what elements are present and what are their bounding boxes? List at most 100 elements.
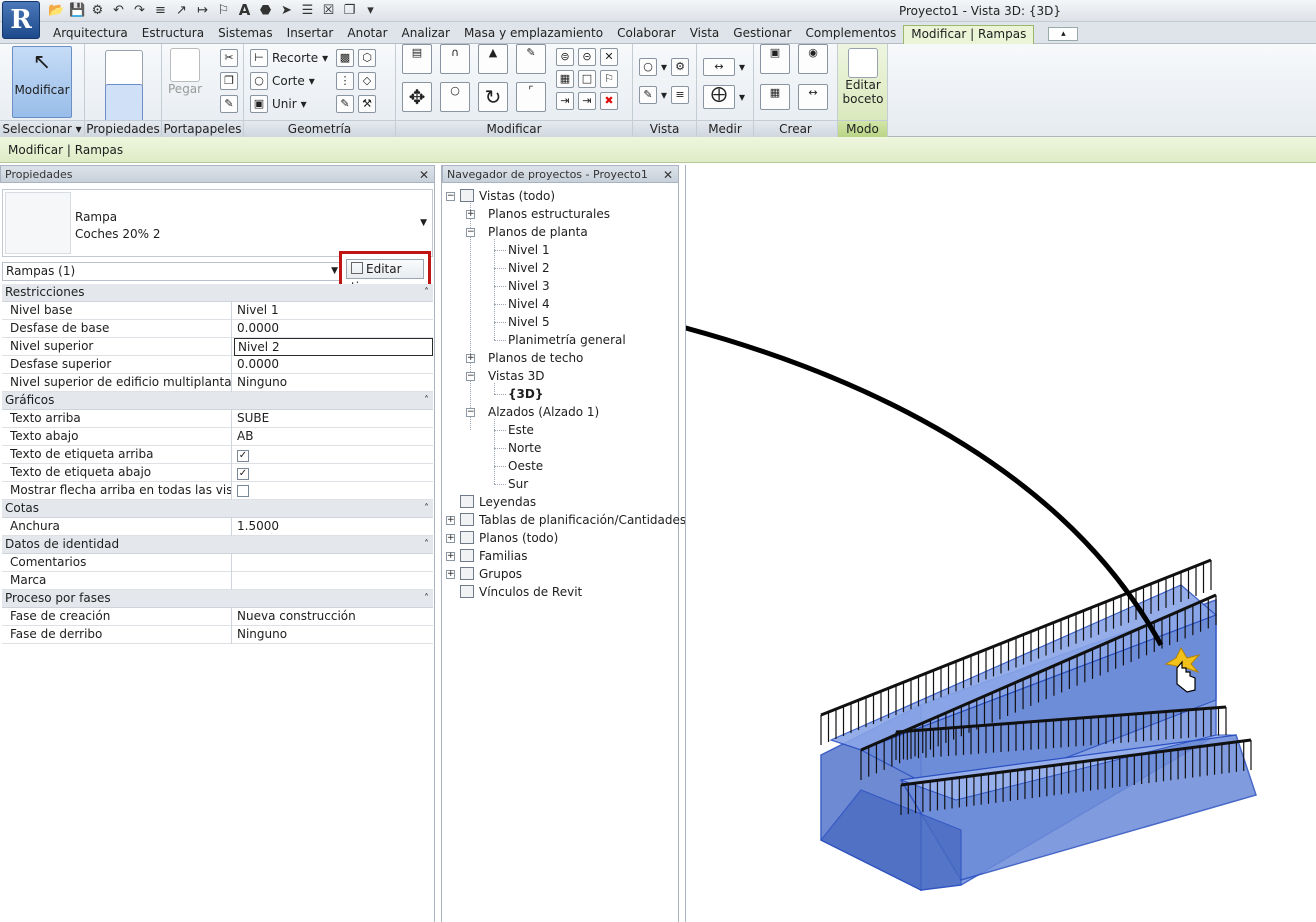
property-group-header[interactable]: Restricciones ˄ (2, 284, 433, 302)
expand-icon[interactable]: + (466, 210, 475, 219)
paste-button[interactable]: Pegar (168, 48, 202, 96)
align-tool-button[interactable]: ▤ (402, 44, 432, 74)
remove-paint-button[interactable]: ✎ ⚒ (336, 95, 376, 113)
tab-gestionar[interactable]: Gestionar (726, 25, 798, 44)
cut-geometry-button[interactable]: ○ Corte ▾ (250, 72, 315, 90)
type-properties-button[interactable] (105, 50, 143, 88)
measure-between-button[interactable]: ↔ ▾ (703, 58, 745, 76)
hide-in-view-button[interactable]: ○ ▾ ⚙ (639, 58, 690, 76)
collapse-icon[interactable]: ˄ (424, 500, 429, 517)
property-checkbox[interactable] (237, 485, 249, 497)
create-group-button[interactable]: ▦ (760, 84, 790, 110)
tree-node-schedules[interactable]: Tablas de planificación/Cantidades (460, 511, 686, 529)
move-button[interactable]: ✥ (402, 82, 432, 112)
edit-type-button[interactable]: Editar tipo (346, 259, 424, 294)
split-button[interactable]: ⊜ ⊝ ✕ (556, 48, 618, 66)
create-parts-button[interactable]: ◉ (798, 44, 828, 74)
tree-node-3d-views[interactable]: Vistas 3D (488, 367, 545, 385)
ribbon-minimize-button[interactable]: ▴ (1048, 27, 1079, 41)
copy-button[interactable]: ❐ (220, 72, 238, 90)
collapse-icon[interactable]: − (466, 228, 475, 237)
join-button[interactable]: ▣ Unir ▾ (250, 95, 307, 113)
property-value[interactable]: ✓ (234, 446, 433, 464)
tab-sistemas[interactable]: Sistemas (211, 25, 280, 44)
tree-node-elevation[interactable]: Sur (508, 475, 528, 493)
tree-node-level[interactable]: Nivel 5 (508, 313, 550, 331)
tab-modificar-rampas[interactable]: Modificar | Rampas (903, 25, 1035, 44)
property-value[interactable]: 0.0000 (234, 320, 433, 338)
application-menu-button[interactable]: R (2, 1, 40, 39)
collapse-icon[interactable]: − (446, 192, 455, 201)
property-value[interactable]: Nueva construcción (234, 608, 433, 626)
array-button[interactable]: ▦ □ ⚐ (556, 70, 618, 88)
trim-button[interactable]: ⌜ (516, 82, 546, 112)
tree-node-elevations[interactable]: Alzados (Alzado 1) (488, 403, 599, 421)
tree-node-level[interactable]: Nivel 3 (508, 277, 550, 295)
property-value[interactable] (234, 482, 433, 500)
expand-icon[interactable]: + (446, 552, 455, 561)
create-assembly-button[interactable]: ▣ (760, 44, 790, 74)
tree-node-elevation[interactable]: Norte (508, 439, 541, 457)
cope-button[interactable]: ⊢ Recorte ▾ (250, 49, 328, 67)
property-value[interactable] (234, 572, 433, 590)
cut-tool-button[interactable]: ✂ (220, 49, 238, 67)
tree-node-level[interactable]: Nivel 4 (508, 295, 550, 313)
property-value[interactable] (234, 554, 433, 572)
modify-button[interactable]: ↖ Modificar (12, 46, 72, 118)
tab-anotar[interactable]: Anotar (340, 25, 394, 44)
property-value[interactable]: ✓ (234, 464, 433, 482)
linework-button[interactable]: ✎ ▾ ≡ (639, 86, 690, 104)
collapse-icon[interactable]: − (466, 408, 475, 417)
close-icon[interactable]: ✕ (663, 166, 673, 184)
property-value[interactable]: Ninguno (234, 626, 433, 644)
expand-icon[interactable]: + (446, 516, 455, 525)
expand-icon[interactable]: + (446, 534, 455, 543)
property-value[interactable]: Ninguno (234, 374, 433, 392)
tree-node-level[interactable]: Planimetría general (508, 331, 626, 349)
property-group-header[interactable]: Proceso por fases ˄ (2, 590, 433, 608)
collapse-icon[interactable]: ˄ (424, 284, 429, 301)
tree-node-groups[interactable]: Grupos (460, 565, 522, 583)
mirror-pick-button[interactable]: ▲ (478, 44, 508, 74)
tree-node-elevation[interactable]: Este (508, 421, 534, 439)
property-value[interactable]: 0.0000 (234, 356, 433, 374)
instance-filter-dropdown[interactable]: Rampas (1) ▼ (2, 262, 342, 281)
create-similar-button[interactable]: ↔ (798, 84, 828, 110)
tree-node-revit-links[interactable]: Vínculos de Revit (460, 583, 582, 601)
property-group-header[interactable]: Datos de identidad ˄ (2, 536, 433, 554)
collapse-icon[interactable]: ˄ (424, 392, 429, 409)
property-group-header[interactable]: Gráficos ˄ (2, 392, 433, 410)
tab-estructura[interactable]: Estructura (135, 25, 211, 44)
tree-node-families[interactable]: Familias (460, 547, 527, 565)
tab-arquitectura[interactable]: Arquitectura (46, 25, 135, 44)
property-value[interactable]: AB (234, 428, 433, 446)
tree-node-views-all[interactable]: Vistas (todo) (460, 187, 555, 205)
expand-icon[interactable]: + (466, 354, 475, 363)
mirror-draw-button[interactable]: ✎ (516, 44, 546, 74)
tree-node-level[interactable]: Nivel 1 (508, 241, 550, 259)
trim-single-button[interactable]: ⇥ ⇥ ✖ (556, 92, 618, 110)
tab-analizar[interactable]: Analizar (395, 25, 457, 44)
aligned-dimension-button[interactable]: ⨁ ▾ (703, 85, 745, 109)
type-selector[interactable]: Rampa Coches 20% 2 ▼ (2, 189, 433, 257)
tree-node-elevation[interactable]: Oeste (508, 457, 543, 475)
match-properties-button[interactable]: ✎ (220, 95, 238, 113)
property-checkbox[interactable]: ✓ (237, 450, 249, 462)
close-icon[interactable]: ✕ (419, 166, 429, 184)
property-group-header[interactable]: Cotas ˄ (2, 500, 433, 518)
tab-vista[interactable]: Vista (683, 25, 727, 44)
tree-node-floor-plans[interactable]: Planos de planta (488, 223, 588, 241)
property-checkbox[interactable]: ✓ (237, 468, 249, 480)
rotate-button[interactable]: ↻ (478, 82, 508, 112)
collapse-icon[interactable]: ˄ (424, 536, 429, 553)
tree-node-level[interactable]: Nivel 2 (508, 259, 550, 277)
properties-button[interactable] (105, 84, 143, 122)
tab-complementos[interactable]: Complementos (799, 25, 904, 44)
edit-sketch-button[interactable]: Editar boceto (841, 48, 885, 106)
offset-button[interactable]: ∩ (440, 44, 470, 74)
collapse-icon[interactable]: − (466, 372, 475, 381)
tab-colaborar[interactable]: Colaborar (610, 25, 683, 44)
tree-node-ceiling-plans[interactable]: Planos de techo (488, 349, 583, 367)
property-value[interactable]: Nivel 1 (234, 302, 433, 320)
tree-node-3d-view-active[interactable]: {3D} (508, 385, 543, 403)
